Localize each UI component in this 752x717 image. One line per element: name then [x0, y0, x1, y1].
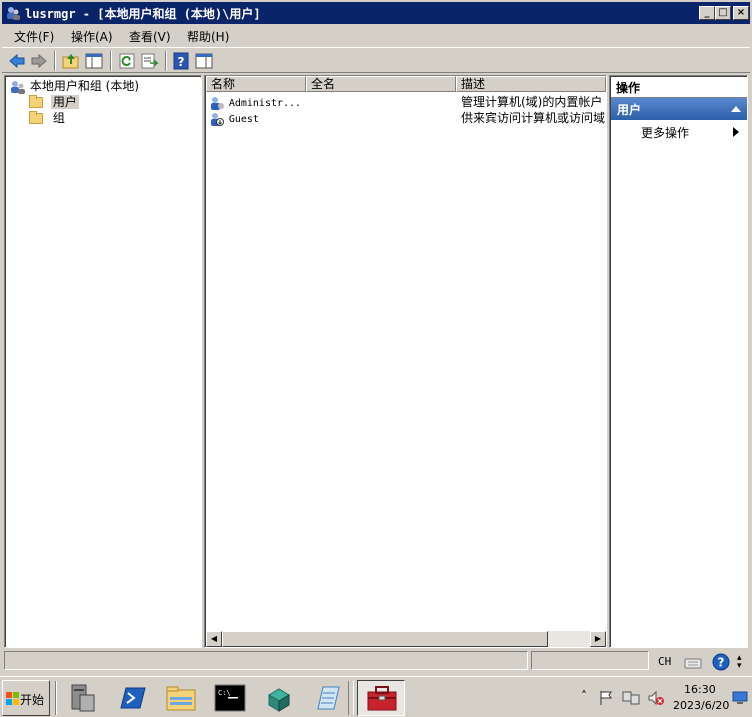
- menu-bar: 文件(F) 操作(A) 查看(V) 帮助(H): [2, 26, 750, 46]
- keyboard-icon[interactable]: [684, 654, 702, 670]
- clock-time[interactable]: 16:30: [684, 683, 716, 696]
- row-fullname: [310, 94, 456, 110]
- menu-file[interactable]: 文件(F): [14, 28, 54, 45]
- toolbar-separator: [54, 51, 56, 71]
- admin-user-icon: [211, 96, 224, 110]
- action-pane-icon[interactable]: [194, 51, 214, 71]
- svg-text:?: ?: [178, 55, 185, 69]
- tree-item-users[interactable]: 用户: [29, 94, 79, 110]
- windows-logo-icon: [6, 692, 19, 705]
- tree-item-users-label: 用户: [50, 95, 79, 109]
- action-section-users[interactable]: 用户: [611, 98, 747, 120]
- row-description: 供来宾访问计算机或访问域: [461, 111, 606, 125]
- toolbar-separator: [110, 51, 112, 71]
- scrollbar-thumb[interactable]: [222, 631, 548, 647]
- minimize-button[interactable]: _: [699, 6, 715, 20]
- taskbar: 开始 C:\ ˄ 16:30 2023/6/20: [0, 676, 752, 717]
- tree-root[interactable]: 本地用户和组 (本地): [10, 78, 139, 94]
- maximize-button[interactable]: □: [715, 6, 731, 20]
- collapse-icon[interactable]: [731, 105, 741, 113]
- table-row[interactable]: Administr...: [209, 94, 306, 110]
- column-header-name[interactable]: 名称: [206, 76, 306, 92]
- help-icon[interactable]: ?: [171, 51, 191, 71]
- users-app-icon: [7, 7, 20, 20]
- powershell-icon[interactable]: [116, 681, 150, 715]
- taskbar-separator: [348, 681, 354, 715]
- close-button[interactable]: ×: [733, 6, 749, 20]
- list-pane[interactable]: 名称 全名 描述 Administr... 管理计算机(域)的内置帐户 Gues…: [204, 75, 607, 648]
- menu-help[interactable]: 帮助(H): [187, 28, 229, 45]
- svg-text:C:\: C:\: [218, 689, 231, 697]
- notepad-icon[interactable]: [311, 681, 345, 715]
- folder-icon: [29, 111, 43, 124]
- clock-date[interactable]: 2023/6/20: [673, 699, 729, 712]
- taskbar-button-lusrmgr[interactable]: [357, 680, 405, 716]
- row-name: Administr...: [228, 98, 302, 109]
- input-language-label[interactable]: CH: [658, 655, 671, 668]
- volume-muted-icon[interactable]: [647, 690, 665, 706]
- column-header-fullname[interactable]: 全名: [306, 76, 456, 92]
- action-center-flag-icon[interactable]: [598, 690, 614, 706]
- toolbox-icon: [367, 686, 397, 711]
- svg-text:?: ?: [718, 656, 725, 670]
- more-actions-item[interactable]: 更多操作: [641, 124, 689, 141]
- command-prompt-icon[interactable]: C:\: [213, 681, 247, 715]
- table-row[interactable]: Guest: [209, 110, 306, 126]
- start-button[interactable]: 开始: [2, 680, 50, 716]
- explorer-folder-icon[interactable]: [164, 681, 198, 715]
- tree-pane[interactable]: 本地用户和组 (本地) 用户 组: [4, 75, 202, 648]
- row-name: Guest: [228, 114, 259, 125]
- users-groups-icon: [11, 80, 25, 94]
- help-icon[interactable]: ?: [712, 653, 730, 671]
- action-pane-title: 操作: [616, 81, 641, 95]
- tree-item-groups-label: 组: [52, 111, 65, 125]
- tree-root-label: 本地用户和组 (本地): [29, 79, 140, 93]
- up-folder-icon[interactable]: [61, 51, 81, 71]
- action-section-label: 用户: [617, 103, 642, 117]
- show-desktop-icon[interactable]: [732, 691, 748, 705]
- refresh-icon[interactable]: [117, 51, 137, 71]
- language-bar: CH ? ▴ ▾: [651, 651, 752, 673]
- scroll-right-button[interactable]: ▶: [590, 631, 606, 647]
- scroll-left-button[interactable]: ◀: [206, 631, 222, 647]
- status-panel-main: [4, 651, 528, 670]
- show-hidden-icons-icon[interactable]: ˄: [581, 689, 587, 703]
- server-manager-icon[interactable]: [66, 681, 100, 715]
- export-list-icon[interactable]: [139, 51, 159, 71]
- horizontal-scrollbar[interactable]: ◀ ▶: [206, 631, 606, 647]
- registry-editor-icon[interactable]: [263, 681, 297, 715]
- action-pane: 操作 用户 更多操作: [609, 75, 748, 648]
- row-description: 管理计算机(域)的内置帐户: [461, 95, 603, 109]
- menu-action[interactable]: 操作(A): [71, 28, 113, 45]
- taskbar-separator: [55, 681, 57, 715]
- folder-icon: [29, 95, 43, 108]
- guest-user-icon: [211, 112, 224, 126]
- forward-icon[interactable]: [29, 51, 49, 71]
- action-pane-frame: [610, 76, 747, 647]
- list-pane-frame: [205, 76, 606, 647]
- row-fullname: [310, 110, 456, 126]
- column-header-description[interactable]: 描述: [456, 76, 606, 92]
- menu-view[interactable]: 查看(V): [129, 28, 171, 45]
- submenu-arrow-icon: [733, 127, 739, 137]
- system-tray: ˄ 16:30 2023/6/20: [574, 680, 750, 716]
- status-panel-secondary: [531, 651, 649, 670]
- show-hide-tree-icon[interactable]: [84, 51, 104, 71]
- tree-pane-frame: [5, 76, 201, 647]
- toolbar-separator: [165, 51, 167, 71]
- back-icon[interactable]: [7, 51, 27, 71]
- title-bar[interactable]: lusrmgr - [本地用户和组 (本地)\用户] _ □ ×: [0, 0, 752, 26]
- window-title: lusrmgr - [本地用户和组 (本地)\用户]: [25, 7, 261, 21]
- toolbar: ?: [2, 47, 750, 73]
- options-icon[interactable]: ▴ ▾: [737, 654, 742, 671]
- tree-item-groups[interactable]: 组: [29, 110, 67, 126]
- network-icon[interactable]: [622, 690, 640, 706]
- start-label: 开始: [20, 693, 45, 707]
